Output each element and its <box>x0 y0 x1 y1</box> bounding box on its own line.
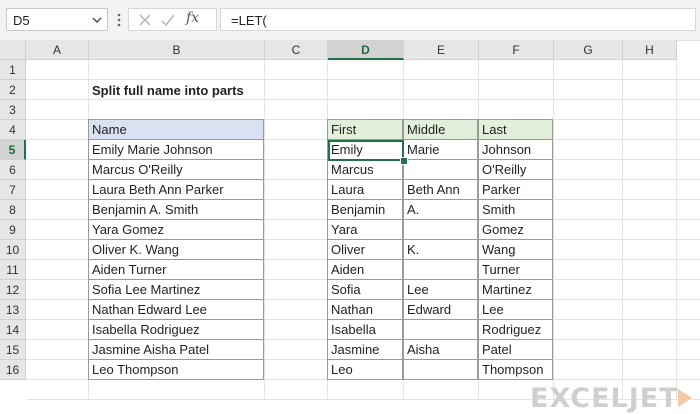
name-cell[interactable]: Aiden Turner <box>88 259 264 280</box>
sheet-title: Split full name into parts <box>92 83 244 98</box>
last-name-cell[interactable]: Johnson <box>478 139 553 160</box>
row-header-9[interactable]: 9 <box>0 220 26 240</box>
formula-bar: D5 fx =LET( <box>0 0 700 41</box>
middle-name-cell[interactable] <box>403 159 478 180</box>
middle-name-cell[interactable]: A. <box>403 199 478 220</box>
row-header-11[interactable]: 11 <box>0 260 26 280</box>
name-cell[interactable]: Yara Gomez <box>88 219 264 240</box>
column-header-g[interactable]: G <box>554 40 623 60</box>
last-name-cell[interactable]: Lee <box>478 299 553 320</box>
name-box[interactable]: D5 <box>6 8 108 31</box>
formula-actions: fx <box>128 8 217 31</box>
name-cell[interactable]: Sofia Lee Martinez <box>88 279 264 300</box>
column-header-h[interactable]: H <box>623 40 677 60</box>
last-name-cell[interactable]: O'Reilly <box>478 159 553 180</box>
name-cell[interactable]: Isabella Rodriguez <box>88 319 264 340</box>
last-name-cell[interactable]: Martinez <box>478 279 553 300</box>
gridline-vertical <box>264 60 265 400</box>
last-name-cell[interactable]: Rodriguez <box>478 319 553 340</box>
middle-name-cell[interactable]: Aisha <box>403 339 478 360</box>
formula-text: =LET( <box>231 13 267 28</box>
row-header-8[interactable]: 8 <box>0 200 26 220</box>
name-cell[interactable]: Nathan Edward Lee <box>88 299 264 320</box>
gridline-horizontal <box>26 79 700 80</box>
row-header-6[interactable]: 6 <box>0 160 26 180</box>
insert-function-icon[interactable]: fx <box>186 10 199 26</box>
middle-header-cell[interactable]: Middle <box>403 119 478 140</box>
middle-name-cell[interactable] <box>403 219 478 240</box>
column-header-b[interactable]: B <box>89 40 265 60</box>
column-header-f[interactable]: F <box>479 40 554 60</box>
last-name-cell[interactable]: Parker <box>478 179 553 200</box>
first-header-cell[interactable]: First <box>327 119 403 140</box>
middle-name-cell[interactable] <box>403 359 478 380</box>
row-header-4[interactable]: 4 <box>0 120 26 140</box>
first-name-cell[interactable]: Aiden <box>327 259 403 280</box>
first-name-cell[interactable]: Sofia <box>327 279 403 300</box>
name-cell[interactable]: Leo Thompson <box>88 359 264 380</box>
row-header-1[interactable]: 1 <box>0 60 26 80</box>
middle-name-cell[interactable]: K. <box>403 239 478 260</box>
middle-name-cell[interactable]: Lee <box>403 279 478 300</box>
last-header-cell[interactable]: Last <box>478 119 553 140</box>
row-header-7[interactable]: 7 <box>0 180 26 200</box>
column-header-d[interactable]: D <box>328 40 404 60</box>
first-name-cell[interactable]: Leo <box>327 359 403 380</box>
last-name-cell[interactable]: Thompson <box>478 359 553 380</box>
more-options-icon[interactable] <box>117 13 121 27</box>
row-header-2[interactable]: 2 <box>0 80 26 100</box>
middle-name-cell[interactable]: Marie <box>403 139 478 160</box>
gridline-horizontal <box>26 99 700 100</box>
middle-name-cell[interactable]: Beth Ann <box>403 179 478 200</box>
gridline-vertical <box>553 60 554 400</box>
chevron-down-icon[interactable] <box>92 15 102 25</box>
first-name-cell[interactable]: Isabella <box>327 319 403 340</box>
name-cell[interactable]: Emily Marie Johnson <box>88 139 264 160</box>
formula-input[interactable]: =LET( <box>220 8 696 31</box>
active-cell-selection <box>328 140 404 161</box>
name-cell[interactable]: Benjamin A. Smith <box>88 199 264 220</box>
gridline-vertical <box>622 60 623 400</box>
last-name-cell[interactable]: Smith <box>478 199 553 220</box>
first-name-cell[interactable]: Oliver <box>327 239 403 260</box>
middle-name-cell[interactable] <box>403 319 478 340</box>
row-header-15[interactable]: 15 <box>0 340 26 360</box>
column-header-c[interactable]: C <box>265 40 328 60</box>
first-name-cell[interactable]: Laura <box>327 179 403 200</box>
row-header-5[interactable]: 5 <box>0 140 26 160</box>
fill-handle[interactable] <box>400 157 408 165</box>
middle-name-cell[interactable] <box>403 259 478 280</box>
column-header-a[interactable]: A <box>26 40 89 60</box>
last-name-cell[interactable]: Gomez <box>478 219 553 240</box>
name-header-cell[interactable]: Name <box>88 119 264 140</box>
confirm-icon[interactable] <box>160 12 176 28</box>
cancel-icon[interactable] <box>137 12 153 28</box>
middle-name-cell[interactable]: Edward <box>403 299 478 320</box>
select-all-corner[interactable] <box>0 40 26 60</box>
row-header-3[interactable]: 3 <box>0 100 26 120</box>
name-cell[interactable]: Marcus O'Reilly <box>88 159 264 180</box>
last-name-cell[interactable]: Turner <box>478 259 553 280</box>
name-box-value: D5 <box>13 13 30 28</box>
column-header-e[interactable]: E <box>404 40 479 60</box>
spreadsheet-grid[interactable]: ABCDEFGH 1 2 3 4 5 6 7 8 9 10 11 12 13 14 15 16 Split f… <box>0 40 700 414</box>
first-name-cell[interactable]: Jasmine <box>327 339 403 360</box>
last-name-cell[interactable]: Wang <box>478 239 553 260</box>
row-header-14[interactable]: 14 <box>0 320 26 340</box>
row-header-13[interactable]: 13 <box>0 300 26 320</box>
row-header-10[interactable]: 10 <box>0 240 26 260</box>
gridline-vertical <box>676 60 677 400</box>
last-name-cell[interactable]: Patel <box>478 339 553 360</box>
row-header-16[interactable]: 16 <box>0 360 26 380</box>
first-name-cell[interactable]: Benjamin <box>327 199 403 220</box>
row-header-12[interactable]: 12 <box>0 280 26 300</box>
name-cell[interactable]: Oliver K. Wang <box>88 239 264 260</box>
name-cell[interactable]: Laura Beth Ann Parker <box>88 179 264 200</box>
first-name-cell[interactable]: Nathan <box>327 299 403 320</box>
first-name-cell[interactable]: Yara <box>327 219 403 240</box>
first-name-cell[interactable]: Marcus <box>327 159 403 180</box>
name-cell[interactable]: Jasmine Aisha Patel <box>88 339 264 360</box>
